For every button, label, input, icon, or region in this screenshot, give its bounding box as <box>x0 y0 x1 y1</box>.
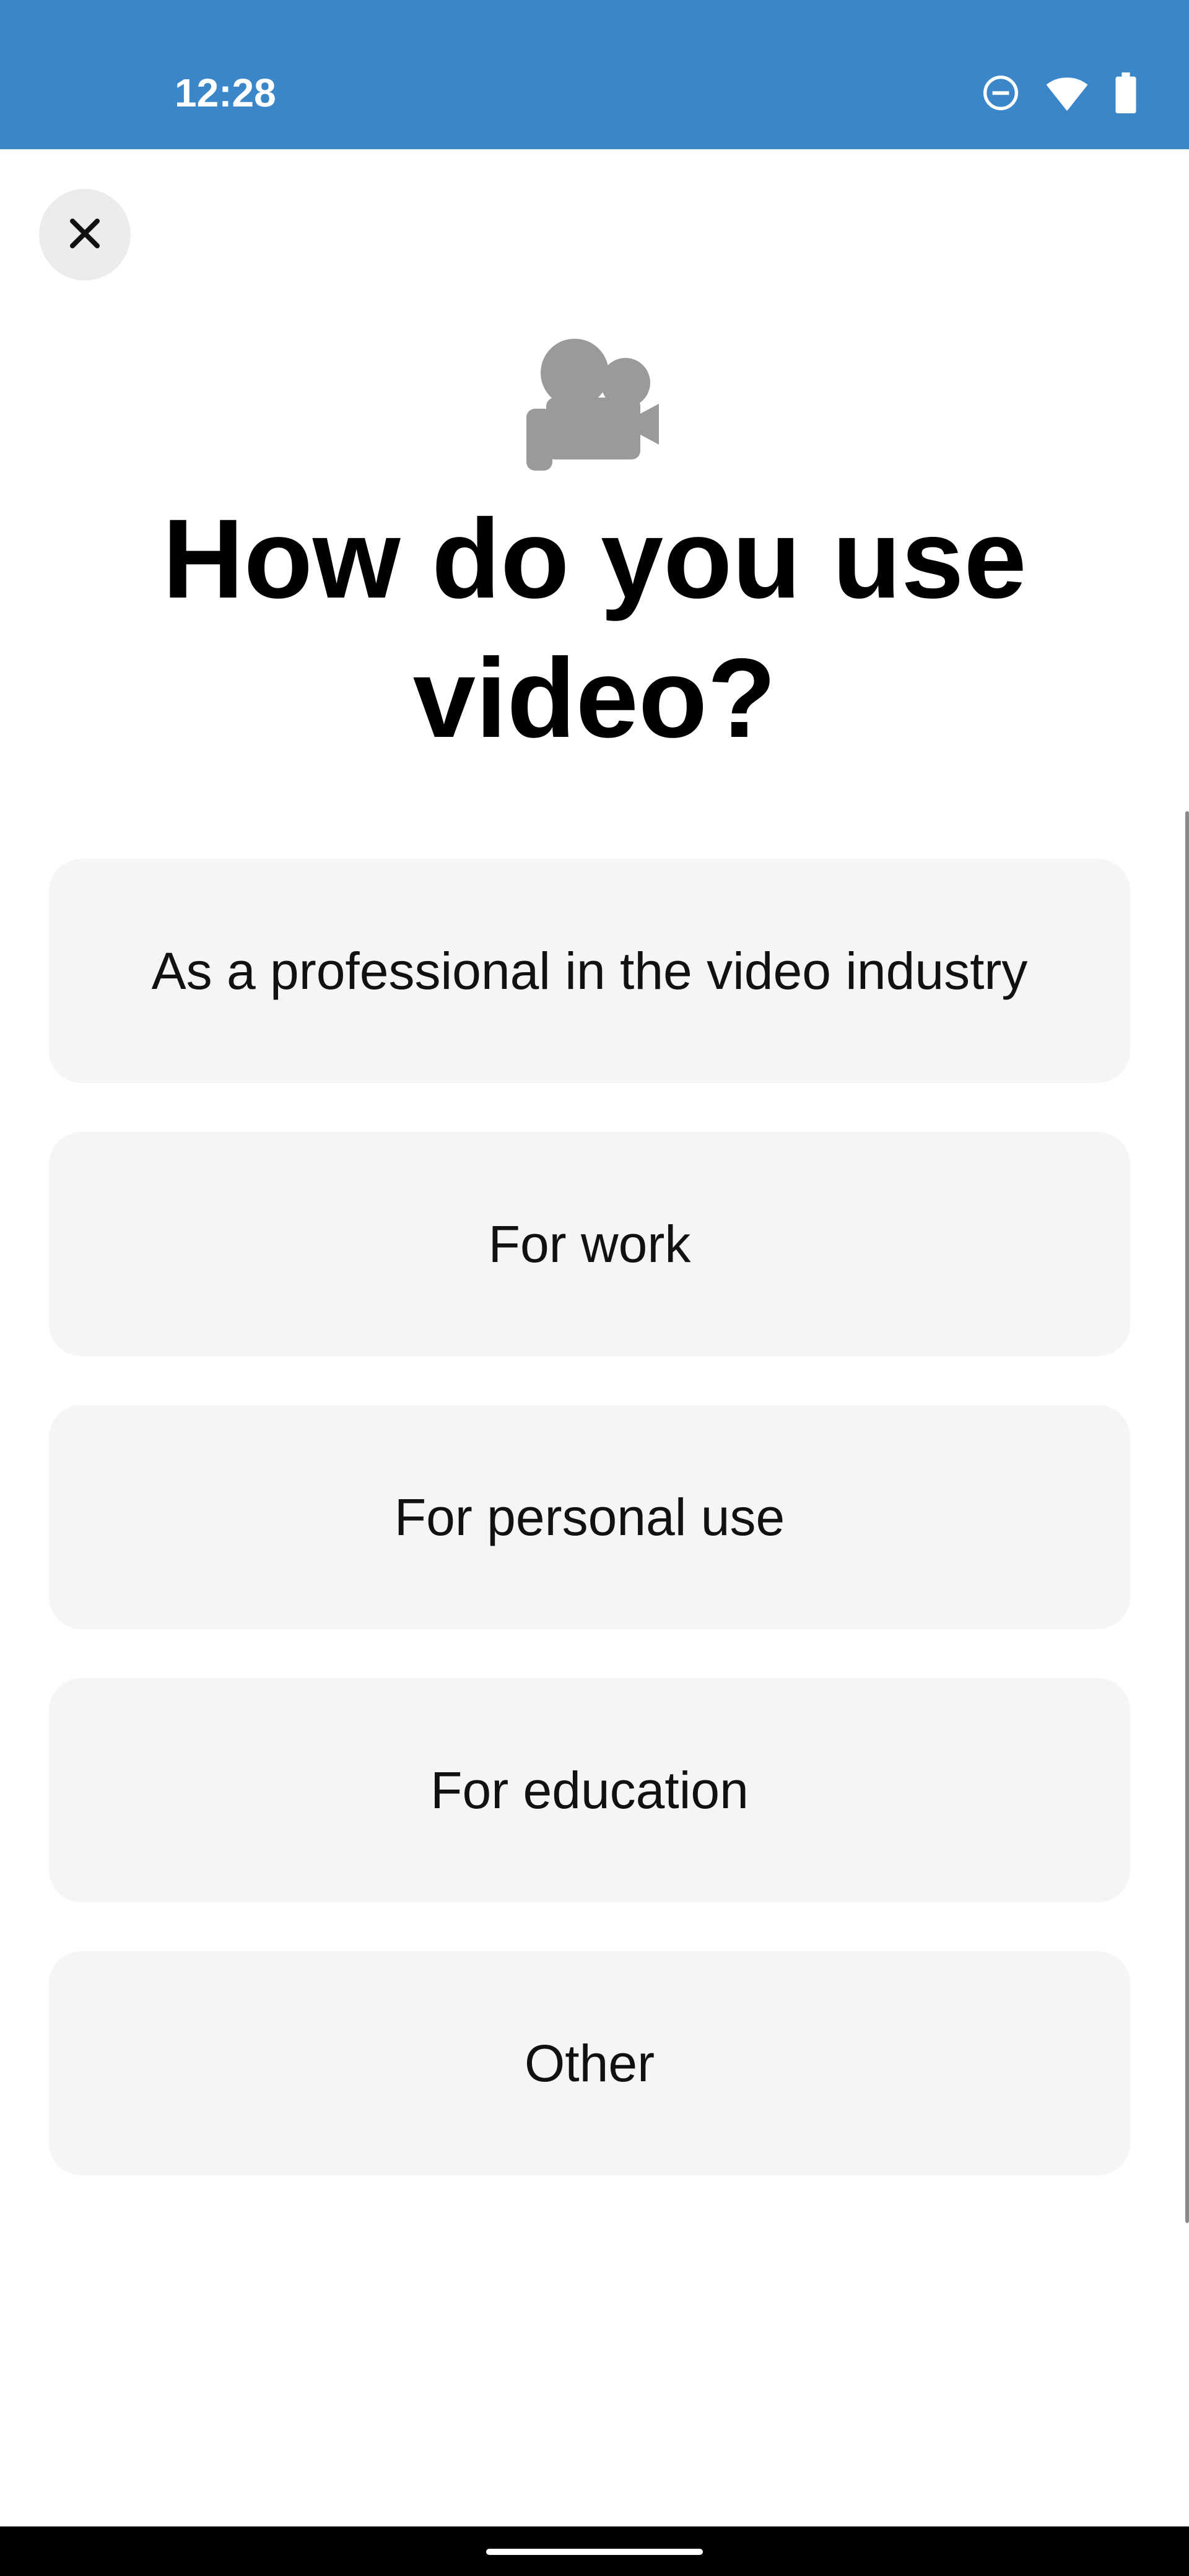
status-icons <box>981 67 1138 119</box>
option-personal-use-button[interactable]: For personal use <box>49 1405 1130 1629</box>
do-not-disturb-icon <box>981 73 1021 113</box>
option-work-button[interactable]: For work <box>49 1132 1130 1356</box>
options-list: As a professional in the video industry … <box>49 859 1130 2224</box>
status-bar: 12:28 <box>0 0 1189 149</box>
scrollbar[interactable] <box>1185 811 1189 2223</box>
video-camera-icon <box>526 334 663 471</box>
wifi-icon <box>1045 73 1089 113</box>
home-handle[interactable] <box>486 2549 703 2555</box>
navigation-bar <box>0 2526 1189 2576</box>
option-other-button[interactable]: Other <box>49 1951 1130 2175</box>
option-professional-button[interactable]: As a professional in the video industry <box>49 859 1130 1083</box>
screen: 12:28 How do you use video? As a profess… <box>0 0 1189 2576</box>
close-button[interactable] <box>39 189 131 281</box>
battery-icon <box>1113 72 1138 113</box>
status-time: 12:28 <box>175 71 276 115</box>
close-icon <box>66 215 103 255</box>
option-education-button[interactable]: For education <box>49 1678 1130 1902</box>
page-title: How do you use video? <box>162 495 1027 761</box>
